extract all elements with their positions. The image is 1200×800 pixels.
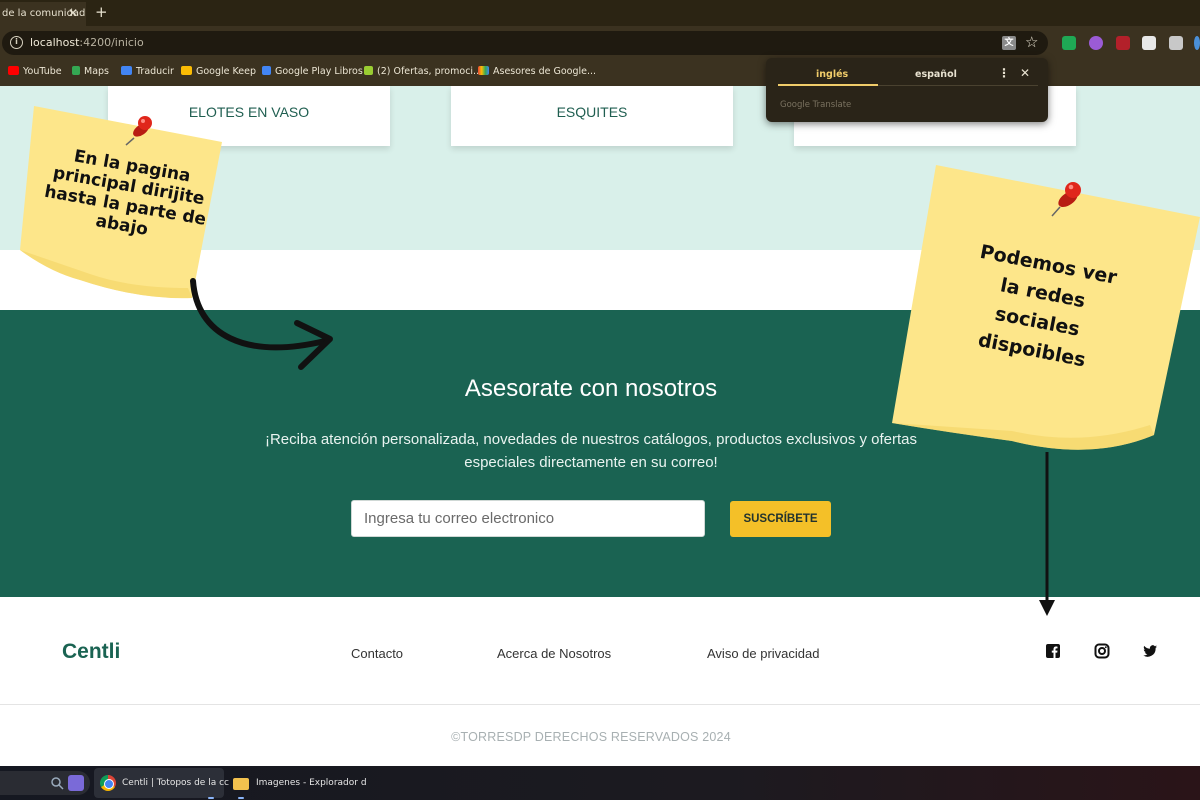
more-options-icon[interactable]: ⋮ — [998, 66, 1010, 80]
curved-arrow-icon — [190, 278, 333, 370]
address-bar[interactable]: i localhost:4200/inicio 文 ☆ — [2, 31, 1048, 55]
maps-icon — [72, 66, 80, 75]
browser-tab[interactable]: de la comunidad ✕ — [0, 2, 86, 26]
translate-tab-english[interactable]: inglés — [816, 69, 848, 80]
close-icon[interactable]: ✕ — [1020, 66, 1030, 80]
bookmark-label: Maps — [84, 66, 109, 77]
email-input[interactable] — [351, 500, 705, 537]
footer-link-contacto[interactable]: Contacto — [351, 646, 403, 661]
new-tab-button[interactable]: + — [95, 3, 108, 21]
chrome-icon — [100, 775, 116, 791]
subscribe-button[interactable]: SUSCRÍBETE — [730, 501, 831, 537]
taskbar-search[interactable] — [0, 771, 90, 795]
qr-extension-icon[interactable] — [1142, 36, 1156, 50]
profile-icon[interactable] — [1194, 36, 1200, 50]
bookmark-traducir[interactable]: Traducir — [121, 66, 174, 77]
taskbar-explorer-label: Imagenes - Explorador d — [256, 778, 367, 788]
bookmark-label: Google Keep — [196, 66, 256, 77]
play-books-icon — [262, 66, 271, 75]
bookmark-play-libros[interactable]: Google Play Libros — [262, 66, 363, 77]
url-host: localhost — [30, 36, 80, 49]
search-icon — [51, 777, 64, 790]
bookmark-label: (2) Ofertas, promoci... — [377, 66, 483, 77]
google-ads-icon — [478, 66, 489, 75]
footer-brand[interactable]: Centli — [62, 640, 120, 664]
address-bar-row: i localhost:4200/inicio 文 ☆ — [0, 26, 1200, 60]
taskbar-explorer[interactable]: Imagenes - Explorador d — [228, 768, 367, 799]
divider — [878, 85, 1038, 86]
browser-tab-bar: de la comunidad ✕ + — [0, 0, 1200, 26]
bookmark-label: Traducir — [136, 66, 174, 77]
bookmark-asesores[interactable]: Asesores de Google... — [478, 66, 596, 77]
footer-link-acerca[interactable]: Acerca de Nosotros — [497, 646, 611, 661]
facebook-icon[interactable] — [1045, 643, 1061, 659]
offers-icon — [364, 66, 373, 75]
adblock-extension-icon[interactable] — [1062, 36, 1076, 50]
pushpin-icon — [1051, 182, 1081, 217]
extension-icon[interactable] — [1169, 36, 1183, 50]
url-path: :4200/inicio — [79, 36, 144, 49]
bookmark-label: YouTube — [23, 66, 62, 77]
bookmark-label: Google Play Libros — [275, 66, 363, 77]
active-tab-indicator — [778, 84, 878, 86]
pushpin-icon — [125, 116, 152, 146]
translate-icon[interactable]: 文 — [1002, 36, 1016, 50]
folder-icon — [233, 778, 249, 790]
product-card[interactable]: ESQUITES — [451, 86, 733, 146]
keep-icon — [181, 66, 192, 75]
bookmark-google-keep[interactable]: Google Keep — [181, 66, 256, 77]
footer-link-privacidad[interactable]: Aviso de privacidad — [707, 646, 820, 661]
site-info-icon[interactable]: i — [10, 36, 23, 49]
tab-close-icon[interactable]: ✕ — [68, 6, 78, 20]
bookmark-ofertas[interactable]: (2) Ofertas, promoci... — [364, 66, 482, 77]
bookmark-youtube[interactable]: YouTube — [8, 66, 62, 77]
translate-caption: Google Translate — [780, 100, 852, 110]
bookmark-star-icon[interactable]: ☆ — [1025, 33, 1038, 51]
extension-icon[interactable] — [1089, 36, 1103, 50]
instagram-icon[interactable] — [1094, 643, 1110, 659]
running-indicator — [238, 797, 244, 799]
copilot-icon — [68, 775, 84, 791]
taskbar: Centli | Totopos de la cc Imagenes - Exp… — [0, 766, 1200, 800]
taskbar-chrome-label: Centli | Totopos de la cc — [122, 778, 229, 788]
translate-tab-spanish[interactable]: español — [915, 69, 957, 80]
twitter-icon[interactable] — [1142, 643, 1158, 659]
url-text[interactable]: localhost:4200/inicio — [30, 36, 144, 49]
taskbar-chrome[interactable]: Centli | Totopos de la cc — [94, 768, 229, 799]
bookmark-label: Asesores de Google... — [493, 66, 597, 77]
active-indicator — [208, 797, 214, 799]
ublock-extension-icon[interactable] — [1116, 36, 1130, 50]
copyright-text: ©TORRESDP DERECHOS RESERVADOS 2024 — [451, 730, 731, 744]
translate-icon — [121, 66, 132, 75]
down-arrow-icon — [1039, 452, 1055, 616]
youtube-icon — [8, 66, 19, 75]
translate-popup: inglés español ⋮ ✕ Google Translate — [766, 58, 1048, 122]
bookmark-maps[interactable]: Maps — [72, 66, 109, 77]
newsletter-description: ¡Reciba atención personalizada, novedade… — [264, 431, 918, 471]
